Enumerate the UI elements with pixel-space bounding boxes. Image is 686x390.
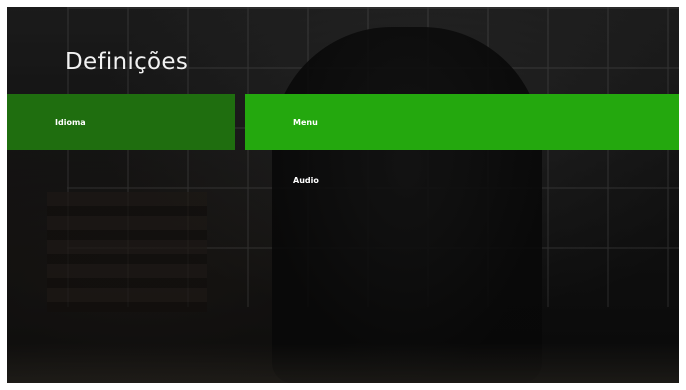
submenu-item-menu[interactable]: Menu — [245, 94, 679, 150]
submenu-item-label: Audio — [293, 175, 319, 185]
submenu-item-label: Menu — [293, 117, 318, 127]
submenu-item-audio[interactable]: Audio — [245, 152, 679, 208]
page-title: Definições — [65, 49, 189, 75]
menu-item-label: Idioma — [55, 117, 86, 127]
tv-screen: Definições Idioma Menu Audio — [7, 7, 679, 383]
menu-item-idioma[interactable]: Idioma — [7, 94, 235, 150]
